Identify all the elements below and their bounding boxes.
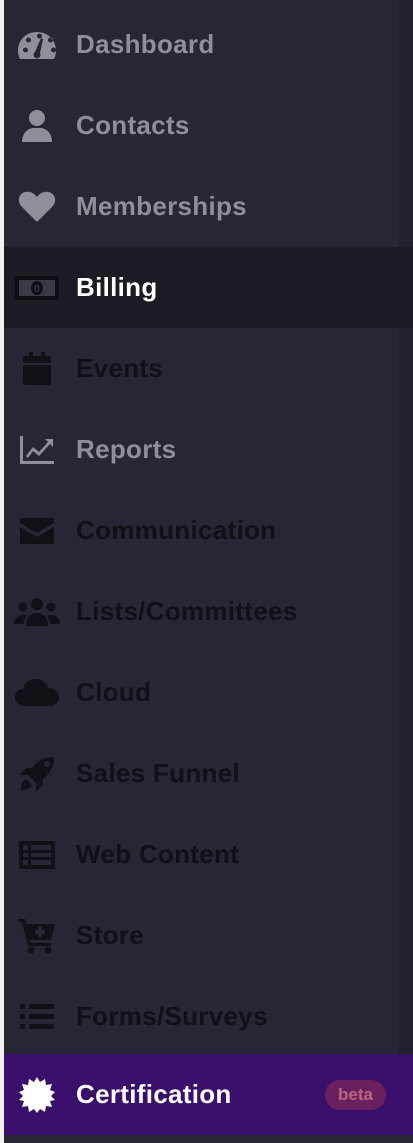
sidebar-item-sales-funnel[interactable]: Sales Funnel bbox=[4, 733, 413, 814]
sidebar-item-label: Certification bbox=[76, 1079, 232, 1109]
users-group-icon bbox=[12, 592, 62, 632]
sidebar-item-lists-committees[interactable]: Lists/Committees bbox=[4, 571, 413, 652]
envelope-icon bbox=[12, 511, 62, 551]
sidebar-item-label: Contacts bbox=[76, 110, 190, 140]
svg-text:0: 0 bbox=[34, 284, 40, 295]
sidebar-item-label: Memberships bbox=[76, 191, 247, 221]
calendar-icon bbox=[12, 349, 62, 389]
sidebar-item-label: Reports bbox=[76, 434, 177, 464]
sidebar-item-cloud[interactable]: Cloud bbox=[4, 652, 413, 733]
rocket-icon bbox=[12, 754, 62, 794]
sidebar-item-memberships[interactable]: Memberships bbox=[4, 166, 413, 247]
sidebar-item-certification[interactable]: Certification beta bbox=[4, 1054, 413, 1135]
user-icon bbox=[12, 106, 62, 146]
sidebar-item-label: Events bbox=[76, 353, 164, 383]
sidebar-item-label: Communication bbox=[76, 515, 277, 545]
sidebar-item-label: Dashboard bbox=[76, 29, 215, 59]
sidebar-item-reports[interactable]: Reports bbox=[4, 409, 413, 490]
sidebar-item-label: Forms/Surveys bbox=[76, 1001, 268, 1031]
sidebar-item-label: Sales Funnel bbox=[76, 758, 240, 788]
list-alt-icon bbox=[12, 835, 62, 875]
cart-plus-icon bbox=[12, 916, 62, 956]
sidebar-item-dashboard[interactable]: Dashboard bbox=[4, 4, 413, 85]
sidebar-item-label: Billing bbox=[76, 272, 158, 302]
sidebar-item-web-content[interactable]: Web Content bbox=[4, 814, 413, 895]
sidebar-item-label: Cloud bbox=[76, 677, 152, 707]
list-icon bbox=[12, 997, 62, 1037]
sidebar-item-communication[interactable]: Communication bbox=[4, 490, 413, 571]
heart-icon bbox=[12, 187, 62, 227]
sidebar-item-label: Web Content bbox=[76, 839, 240, 869]
certificate-icon bbox=[12, 1075, 62, 1115]
money-bill-icon: 0 bbox=[12, 268, 62, 308]
beta-badge: beta bbox=[325, 1080, 386, 1110]
dashboard-gauge-icon bbox=[12, 25, 62, 65]
cloud-icon bbox=[12, 673, 62, 713]
sidebar-item-forms-surveys[interactable]: Forms/Surveys bbox=[4, 976, 413, 1057]
sidebar-item-contacts[interactable]: Contacts bbox=[4, 85, 413, 166]
sidebar-item-label: Lists/Committees bbox=[76, 596, 298, 626]
line-chart-icon bbox=[12, 430, 62, 470]
sidebar-item-events[interactable]: Events bbox=[4, 328, 413, 409]
sidebar-item-label: Store bbox=[76, 920, 144, 950]
sidebar-item-store[interactable]: Store bbox=[4, 895, 413, 976]
sidebar-nav: Dashboard Contacts Memberships 0 Billing… bbox=[4, 0, 413, 1143]
sidebar-item-billing[interactable]: 0 Billing bbox=[4, 247, 413, 328]
sidebar-bottom-edge bbox=[4, 1135, 413, 1143]
